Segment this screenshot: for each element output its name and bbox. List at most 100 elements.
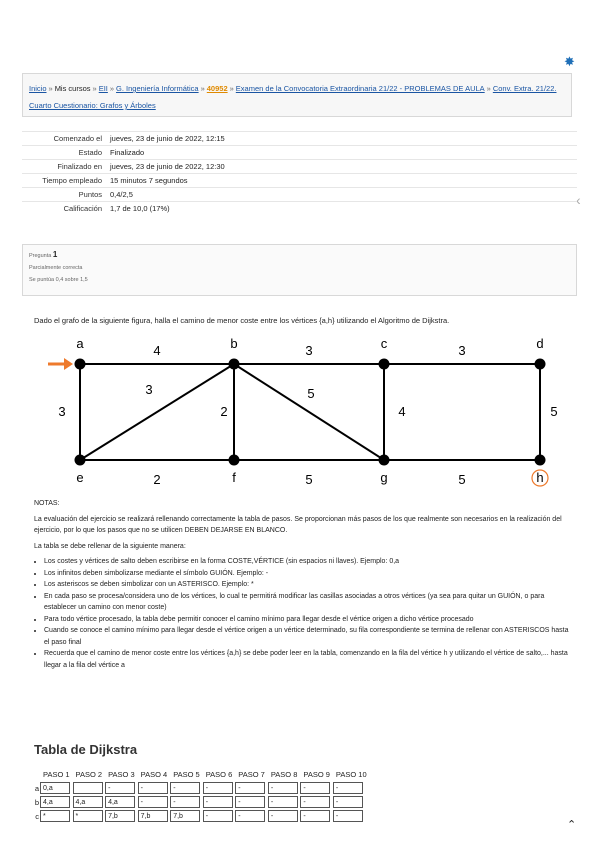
step-input[interactable]: -: [202, 810, 233, 822]
graph-node-c: [378, 358, 390, 370]
graph-node-h: [534, 454, 546, 466]
graph-node-a: [74, 358, 86, 370]
step-input[interactable]: 0,a: [40, 782, 70, 794]
graph-edge-weight: 5: [307, 386, 314, 401]
graph-edge-weight: 2: [153, 472, 160, 487]
summary-label: Tiempo empleado: [22, 173, 106, 188]
breadcrumb-separator: »: [92, 84, 97, 93]
graph-node-label: d: [536, 336, 543, 351]
step-input[interactable]: 7,b: [137, 810, 168, 822]
summary-value: 1,7 de 10,0 (17%): [106, 201, 577, 215]
scroll-to-top-icon[interactable]: ⌃: [567, 818, 576, 831]
graph-node-label: a: [76, 336, 84, 351]
step-input[interactable]: -: [202, 782, 233, 794]
summary-label: Estado: [22, 145, 106, 160]
summary-row: Tiempo empleado 15 minutos 7 segundos: [22, 173, 577, 188]
summary-label: Finalizado en: [22, 159, 106, 174]
column-header: PASO 5: [173, 770, 200, 779]
graph-edge-weight: 5: [305, 472, 312, 487]
step-input[interactable]: *: [40, 810, 70, 822]
question-score: Se puntúa 0,4 sobre 1,5: [29, 277, 88, 283]
question-label: Pregunta: [29, 253, 52, 259]
step-input[interactable]: *: [72, 810, 103, 822]
summary-row: Puntos 0,4/2,5: [22, 187, 577, 202]
summary-label: Comenzado el: [22, 131, 106, 146]
graph-node-label: g: [380, 470, 387, 485]
question-number: 1: [52, 250, 58, 259]
step-input[interactable]: -: [137, 782, 168, 794]
step-input[interactable]: [72, 782, 103, 794]
notes-paragraph: La evaluación del ejercicio se realizará…: [34, 515, 562, 535]
step-input[interactable]: 4,a: [72, 796, 103, 808]
notes-item: Recuerda que el camino de menor coste en…: [44, 648, 574, 671]
step-input[interactable]: -: [300, 796, 331, 808]
breadcrumb-item-0[interactable]: Inicio: [29, 84, 47, 93]
notes-item: Cuando se conoce el camino mínimo para l…: [44, 625, 574, 648]
summary-value: jueves, 23 de junio de 2022, 12:15: [106, 131, 577, 146]
graph-edge-weight: 5: [458, 472, 465, 487]
graph-edge-weight: 5: [550, 404, 557, 419]
step-input[interactable]: -: [300, 810, 331, 822]
column-header: PASO 2: [75, 770, 103, 779]
attempt-summary-table: Comenzado el jueves, 23 de junio de 2022,…: [22, 131, 577, 215]
step-input[interactable]: 4,a: [105, 796, 136, 808]
step-input[interactable]: -: [267, 782, 298, 794]
graph-node-b: [228, 358, 240, 370]
graph-node-d: [534, 358, 546, 370]
graph-edge-weight: 2: [220, 404, 227, 419]
breadcrumb-item-3[interactable]: G. Ingeniería Informática: [116, 84, 199, 93]
breadcrumb-separator: »: [229, 84, 234, 93]
notes-item: Para todo vértice procesado, la tabla de…: [44, 614, 574, 626]
notes-heading: NOTAS:: [34, 500, 60, 507]
step-input[interactable]: -: [332, 796, 363, 808]
step-input[interactable]: -: [235, 782, 266, 794]
question-status: Parcialmente correcta: [29, 265, 83, 271]
step-input[interactable]: -: [170, 796, 201, 808]
step-input[interactable]: -: [235, 810, 266, 822]
graph-figure: 4 3 3 3 3 2 5 4 5 2 5 5 a b c d e f g h: [48, 336, 558, 487]
graph-node-label: b: [230, 336, 237, 351]
step-input[interactable]: -: [332, 782, 363, 794]
graph-edge-weight: 3: [145, 382, 152, 397]
graph-node-e: [74, 454, 86, 466]
step-input[interactable]: -: [105, 782, 136, 794]
step-input[interactable]: 7,b: [170, 810, 201, 822]
breadcrumb-separator: »: [109, 84, 115, 93]
graph-node-label: h: [536, 470, 543, 485]
step-input[interactable]: -: [235, 796, 266, 808]
step-input[interactable]: -: [202, 796, 233, 808]
graph-edge-weight: 3: [305, 343, 312, 358]
graph-edge-eb: [79, 363, 235, 461]
step-input[interactable]: -: [137, 796, 168, 808]
summary-value: 15 minutos 7 segundos: [106, 173, 577, 188]
question-info-box: Pregunta 1 Parcialmente correcta Se punt…: [22, 244, 577, 296]
dijkstra-table-title: Tabla de Dijkstra: [34, 742, 138, 757]
settings-gear-icon[interactable]: ✸: [564, 55, 576, 68]
step-input[interactable]: 7,b: [105, 810, 136, 822]
breadcrumb-item-2[interactable]: EII: [99, 84, 108, 93]
step-input[interactable]: -: [300, 782, 331, 794]
breadcrumb-item-5[interactable]: Examen de la Convocatoria Extraordinaria…: [236, 84, 485, 93]
step-input[interactable]: -: [267, 796, 298, 808]
breadcrumb-item-1: Mis cursos: [54, 84, 91, 93]
summary-label: Puntos: [22, 187, 106, 202]
breadcrumb: Inicio» Mis cursos» EII» G. Ingeniería Info…: [22, 73, 572, 117]
column-header: PASO 4: [140, 770, 168, 779]
column-header: PASO 6: [205, 770, 233, 779]
notes-list: Los costes y vértices de salto deben esc…: [34, 556, 574, 671]
step-input[interactable]: -: [267, 810, 298, 822]
graph-edge-bg: [233, 363, 385, 461]
breadcrumb-item-4[interactable]: 40952: [207, 84, 228, 93]
summary-value: 0,4/2,5: [106, 187, 577, 202]
summary-row: Estado Finalizado: [22, 145, 577, 160]
dijkstra-table: PASO 1 PASO 2 PASO 3 PASO 4 PASO 5 PASO 6 PASO…: [34, 768, 370, 823]
column-header: PASO 1: [43, 770, 70, 779]
step-input[interactable]: -: [170, 782, 201, 794]
step-input[interactable]: -: [332, 810, 363, 822]
graph-node-f: [228, 454, 240, 466]
notes-item: En cada paso se procesa/considera uno de…: [44, 591, 574, 614]
summary-row: Calificación 1,7 de 10,0 (17%): [22, 201, 577, 215]
step-input[interactable]: 4,a: [40, 796, 70, 808]
summary-value: Finalizado: [106, 145, 577, 160]
breadcrumb-separator: »: [48, 84, 53, 93]
